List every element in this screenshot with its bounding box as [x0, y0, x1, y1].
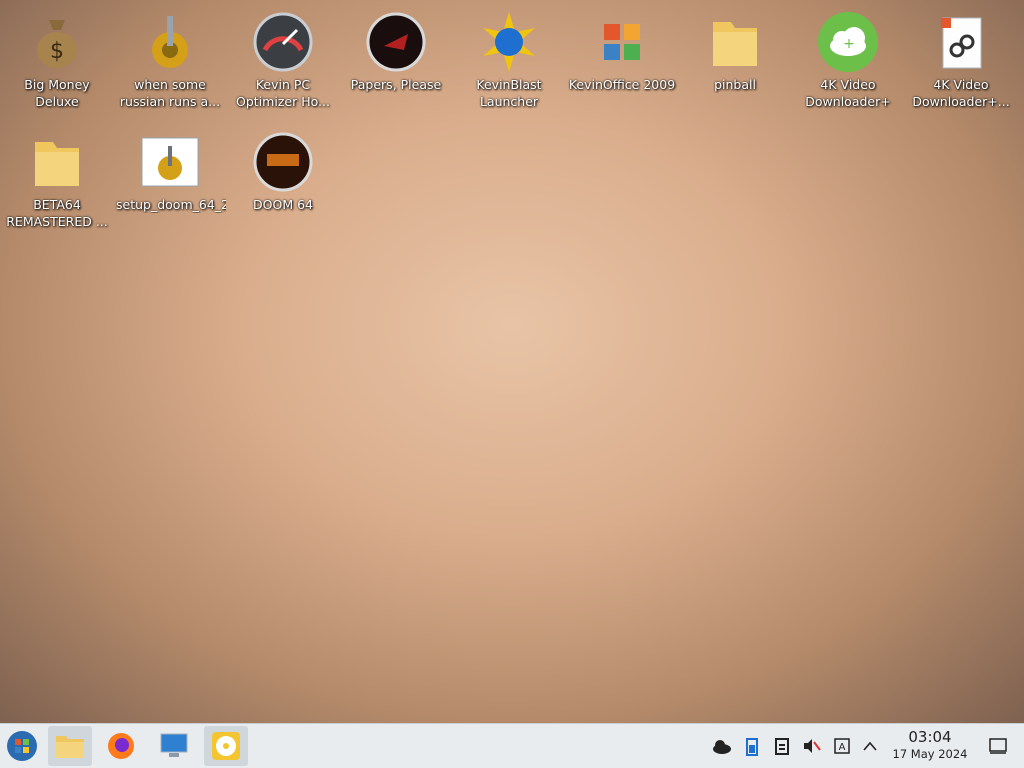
desktop-icon-beta64-remastered[interactable]: BETA64 REMASTERED ...: [1, 124, 113, 236]
folder-icon: [35, 142, 79, 186]
blast-launcher-icon: [483, 12, 535, 72]
tray-clipboard[interactable]: [772, 736, 792, 756]
taskbar-firefox[interactable]: [99, 726, 143, 766]
chevron-up-icon: [863, 741, 877, 751]
folder-icon: [56, 736, 84, 758]
start-button[interactable]: [0, 726, 44, 766]
desktop-icon-papers-please[interactable]: Papers, Please: [340, 4, 452, 116]
svg-text:A: A: [839, 742, 846, 753]
desktop-icon-label: 4K Video Downloader+...: [912, 77, 1010, 109]
tray-cloud[interactable]: [712, 736, 732, 756]
taskbar-control-panel[interactable]: [152, 726, 196, 766]
desktop-icon-label: KevinOffice 2009: [568, 77, 676, 92]
tray-volume[interactable]: [802, 736, 822, 756]
volume-muted-icon: [804, 739, 821, 753]
tray-keyboard-layout[interactable]: A: [832, 736, 852, 756]
installer-gear-icon: [141, 137, 199, 187]
taskbar-file-explorer[interactable]: [48, 726, 92, 766]
speedometer-icon: [253, 12, 313, 72]
desktop-icon-big-money-deluxe[interactable]: $ Big Money Deluxe: [1, 4, 113, 116]
desktop-icon-pinball[interactable]: pinball: [679, 4, 791, 116]
taskbar-disc-burner[interactable]: [204, 726, 248, 766]
keyboard-layout-icon: A: [834, 738, 850, 754]
battery-icon: [746, 738, 758, 756]
office-logo-icon: [604, 24, 640, 60]
cloud-download-icon: +: [818, 12, 878, 72]
desktop-icon-kevinoffice-2009[interactable]: KevinOffice 2009: [566, 4, 678, 116]
desktop-icon-label: BETA64 REMASTERED ...: [6, 197, 108, 229]
desktop-icon-label: 4K Video Downloader+: [805, 77, 891, 109]
doom-icon: [253, 132, 313, 192]
desktop-icon-doom-64[interactable]: DOOM 64: [227, 124, 339, 236]
folder-icon: [713, 22, 757, 66]
clipboard-icon: [775, 738, 789, 755]
monitor-icon: [160, 733, 188, 757]
desktop-icon-label: DOOM 64: [253, 197, 313, 212]
show-desktop-icon: [989, 738, 1007, 754]
tray-battery[interactable]: [742, 736, 762, 756]
taskbar: A 03:04 17 May 2024: [0, 723, 1024, 768]
desktop-icon-4k-video-downloader[interactable]: + 4K Video Downloader+: [792, 4, 904, 116]
desktop-icon-label: Papers, Please: [350, 77, 442, 92]
disc-icon: [212, 732, 240, 760]
desktop-icon-grid: $ Big Money Deluxe when some russian run…: [0, 0, 1024, 240]
desktop-icon-kevin-pc-optimizer[interactable]: Kevin PC Optimizer Ho...: [227, 4, 339, 116]
desktop-icon-label: Big Money Deluxe: [24, 77, 90, 109]
show-desktop-button[interactable]: [988, 736, 1008, 756]
desktop-icon-russian-installer[interactable]: when some russian runs a...: [114, 4, 226, 116]
taskbar-clock[interactable]: 03:04 17 May 2024: [882, 728, 978, 762]
svg-text:$: $: [50, 39, 64, 64]
desktop-icon-label: when some russian runs a...: [119, 77, 221, 109]
desktop-icon-4k-video-downloader-shortcut[interactable]: 4K Video Downloader+...: [905, 4, 1017, 116]
tray-expand[interactable]: [860, 736, 880, 756]
desktop-icon-label: Kevin PC Optimizer Ho...: [236, 77, 330, 109]
desktop-icon-label: pinball: [714, 77, 756, 92]
clock-time: 03:04: [908, 728, 952, 746]
desktop-icon-label: setup_doom_64_20220523_...: [116, 197, 226, 212]
installer-gear-icon: [152, 16, 188, 68]
papers-please-icon: [366, 12, 426, 72]
money-bag-icon: $: [37, 20, 77, 68]
firefox-icon: [108, 733, 134, 759]
windows-orb-icon: [7, 731, 37, 761]
shortcut-link-icon: [941, 17, 982, 69]
desktop-icon-kevinblast-launcher[interactable]: KevinBlast Launcher: [453, 4, 565, 116]
clock-date: 17 May 2024: [892, 747, 968, 761]
cloud-icon: [713, 740, 731, 754]
desktop-icon-setup-doom-64[interactable]: setup_doom_64_20220523_...: [114, 124, 226, 236]
desktop-icon-label: KevinBlast Launcher: [476, 77, 542, 109]
svg-text:+: +: [843, 36, 855, 52]
